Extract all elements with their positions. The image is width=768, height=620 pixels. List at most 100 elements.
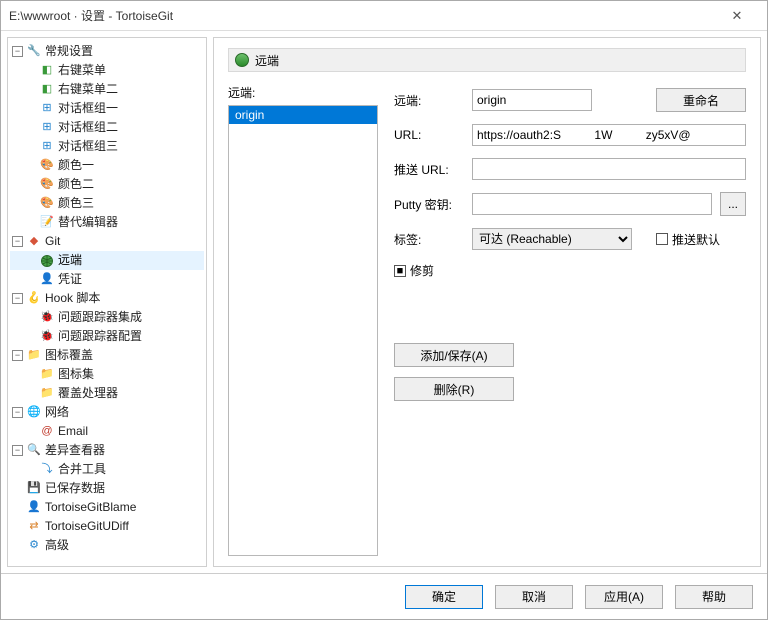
add-save-button[interactable]: 添加/保存(A) <box>394 343 514 367</box>
tree-label: TortoiseGitBlame <box>45 498 136 517</box>
prune-checkbox[interactable]: ■ 修剪 <box>394 262 434 279</box>
row-prune: ■ 修剪 <box>394 262 746 279</box>
tree-issue-cfg[interactable]: 🐞 问题跟踪器配置 <box>10 327 204 346</box>
tree-credential[interactable]: 👤 凭证 <box>10 270 204 289</box>
title-bar: E:\wwwroot · 设置 - TortoiseGit ✕ <box>1 1 767 31</box>
prune-label: 修剪 <box>410 262 434 279</box>
remote-list-item[interactable]: origin <box>229 106 377 124</box>
tree-git[interactable]: − ◆ Git <box>10 232 204 251</box>
tree-overlay-handler[interactable]: 📁 覆盖处理器 <box>10 384 204 403</box>
tree-context-menu[interactable]: ◧ 右键菜单 <box>10 61 204 80</box>
row-actions: 添加/保存(A) 删除(R) <box>394 343 746 401</box>
tree-issue-integ[interactable]: 🐞 问题跟踪器集成 <box>10 308 204 327</box>
delete-button[interactable]: 删除(R) <box>394 377 514 401</box>
tree-advanced[interactable]: ⚙ 高级 <box>10 536 204 555</box>
tree-saveddata[interactable]: 💾 已保存数据 <box>10 479 204 498</box>
pushdefault-checkbox[interactable]: 推送默认 <box>656 231 720 248</box>
url-label: URL: <box>394 128 464 142</box>
tree-label: 问题跟踪器配置 <box>58 327 142 346</box>
tree-context-menu-2[interactable]: ◧ 右键菜单二 <box>10 80 204 99</box>
search-icon: 🔍 <box>27 444 41 458</box>
toggle-icon[interactable]: − <box>12 407 23 418</box>
tree-label: 图标覆盖 <box>45 346 93 365</box>
tree-label: 替代编辑器 <box>58 213 118 232</box>
tree-label: 对话框组二 <box>58 118 118 137</box>
window-title: E:\wwwroot · 设置 - TortoiseGit <box>9 7 715 24</box>
url-input[interactable] <box>472 124 746 146</box>
person-icon: 👤 <box>27 501 41 515</box>
checkbox-icon: ■ <box>394 265 406 277</box>
tree-diffviewer[interactable]: − 🔍 差异查看器 <box>10 441 204 460</box>
apply-button[interactable]: 应用(A) <box>585 585 663 609</box>
database-icon: 💾 <box>27 482 41 496</box>
tree-alt-editor[interactable]: 📝 替代编辑器 <box>10 213 204 232</box>
toggle-icon[interactable]: − <box>12 236 23 247</box>
panel-title: 远端 <box>255 52 279 69</box>
tree-tgitblame[interactable]: 👤 TortoiseGitBlame <box>10 498 204 517</box>
tree-label: 颜色三 <box>58 194 94 213</box>
toggle-icon[interactable]: − <box>12 46 23 57</box>
toggle-icon[interactable]: − <box>12 350 23 361</box>
tree-remote[interactable]: 远端 <box>10 251 204 270</box>
tree-label: 对话框组三 <box>58 137 118 156</box>
palette-icon: 🎨 <box>40 178 54 192</box>
globe-icon: 🌐 <box>27 406 41 420</box>
pushurl-input[interactable] <box>472 158 746 180</box>
tree-color-3[interactable]: 🎨 颜色三 <box>10 194 204 213</box>
browse-button[interactable]: ... <box>720 192 746 216</box>
toggle-icon[interactable]: − <box>12 445 23 456</box>
ok-button[interactable]: 确定 <box>405 585 483 609</box>
settings-window: E:\wwwroot · 设置 - TortoiseGit ✕ − 🔧 常规设置… <box>0 0 768 620</box>
body: − 🔧 常规设置 ◧ 右键菜单 ◧ 右键菜单二 ⊞ 对话框组一 ⊞ <box>1 31 767 573</box>
tree-label: 凭证 <box>58 270 82 289</box>
row-tags: 标签: 可达 (Reachable) 推送默认 <box>394 228 746 250</box>
tree-network[interactable]: − 🌐 网络 <box>10 403 204 422</box>
cancel-button[interactable]: 取消 <box>495 585 573 609</box>
tree-mergetool[interactable]: ⤵ 合并工具 <box>10 460 204 479</box>
panel-header: 远端 <box>228 48 746 72</box>
tree-dialog-1[interactable]: ⊞ 对话框组一 <box>10 99 204 118</box>
tree-hook[interactable]: − 🪝 Hook 脚本 <box>10 289 204 308</box>
window-icon: ◧ <box>40 83 54 97</box>
tree-label: 已保存数据 <box>45 479 105 498</box>
checkbox-icon <box>656 233 668 245</box>
tags-select[interactable]: 可达 (Reachable) <box>472 228 632 250</box>
tags-label: 标签: <box>394 231 464 248</box>
windows-icon: ⊞ <box>40 121 54 135</box>
merge-icon: ⤵ <box>40 463 54 477</box>
windows-icon: ⊞ <box>40 140 54 154</box>
close-button[interactable]: ✕ <box>715 8 759 24</box>
folder-icon: 📁 <box>40 368 54 382</box>
tree-email[interactable]: @ Email <box>10 422 204 441</box>
row-putty: Putty 密钥: ... <box>394 192 746 216</box>
tree-dialog-2[interactable]: ⊞ 对话框组二 <box>10 118 204 137</box>
content-pane: 远端 远端: origin 远端: 重 <box>213 37 761 567</box>
toggle-icon[interactable]: − <box>12 293 23 304</box>
hook-icon: 🪝 <box>27 292 41 306</box>
row-pushurl: 推送 URL: <box>394 158 746 180</box>
tree-general[interactable]: − 🔧 常规设置 <box>10 42 204 61</box>
tree-label: Email <box>58 422 88 441</box>
editor-icon: 📝 <box>40 216 54 230</box>
tree-dialog-3[interactable]: ⊞ 对话框组三 <box>10 137 204 156</box>
tree-label: 覆盖处理器 <box>58 384 118 403</box>
tree-color-1[interactable]: 🎨 颜色一 <box>10 156 204 175</box>
tree-label: 合并工具 <box>58 460 106 479</box>
rename-button[interactable]: 重命名 <box>656 88 746 112</box>
putty-input[interactable] <box>472 193 712 215</box>
remote-listbox[interactable]: origin <box>228 105 378 556</box>
remote-name-input[interactable] <box>472 89 592 111</box>
globe-icon <box>40 254 54 268</box>
remote-split: 远端: origin 远端: 重命名 URL: <box>228 84 746 556</box>
nav-tree[interactable]: − 🔧 常规设置 ◧ 右键菜单 ◧ 右键菜单二 ⊞ 对话框组一 ⊞ <box>7 37 207 567</box>
tree-label: 对话框组一 <box>58 99 118 118</box>
help-button[interactable]: 帮助 <box>675 585 753 609</box>
tree-color-2[interactable]: 🎨 颜色二 <box>10 175 204 194</box>
folder-icon: 📁 <box>27 349 41 363</box>
tree-overlay[interactable]: − 📁 图标覆盖 <box>10 346 204 365</box>
tree-iconset[interactable]: 📁 图标集 <box>10 365 204 384</box>
remote-form: 远端: 重命名 URL: 推送 URL: <box>394 84 746 556</box>
tree-tgitudiff[interactable]: ⇄ TortoiseGitUDiff <box>10 517 204 536</box>
tree-label: 右键菜单 <box>58 61 106 80</box>
pushdefault-label: 推送默认 <box>672 231 720 248</box>
